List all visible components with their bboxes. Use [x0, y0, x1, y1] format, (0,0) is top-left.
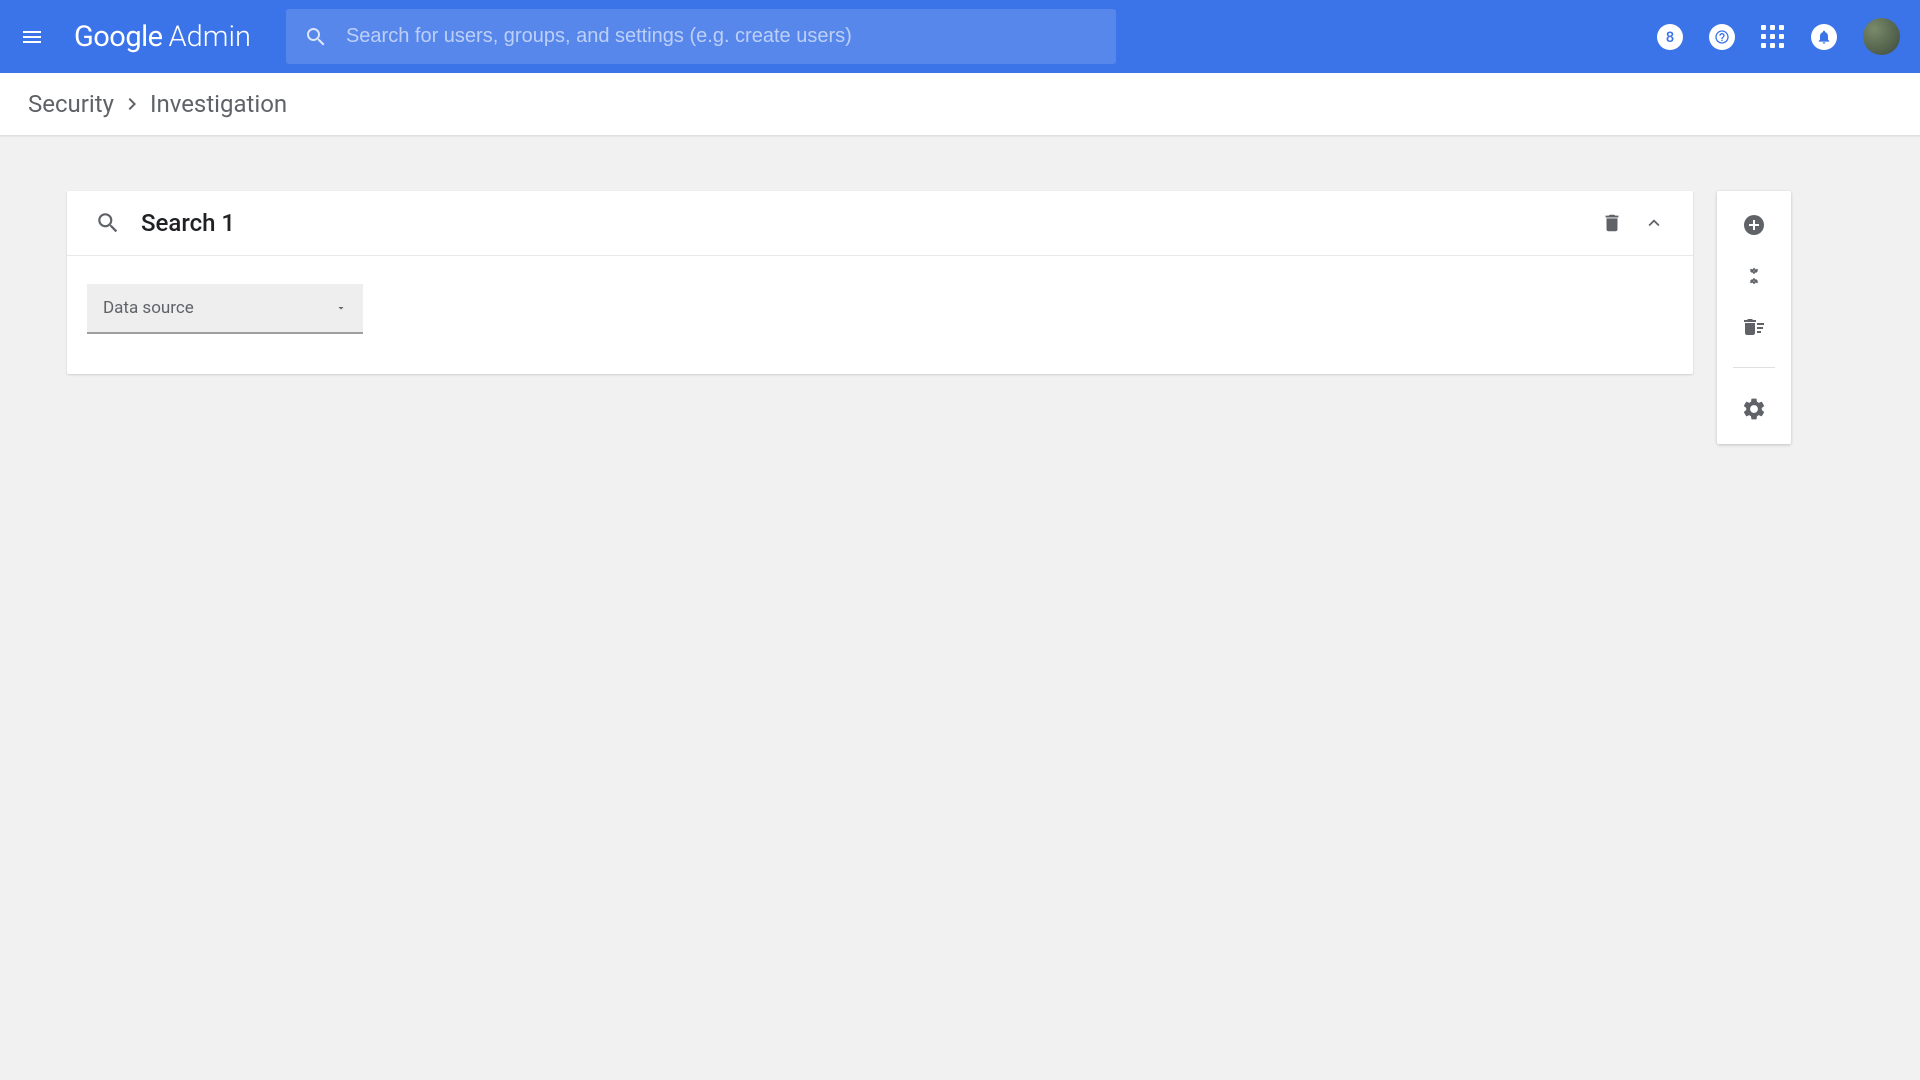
user-avatar[interactable]	[1863, 18, 1900, 55]
dropdown-arrow-icon	[335, 302, 347, 314]
search-icon	[95, 210, 121, 236]
add-icon[interactable]	[1742, 213, 1766, 237]
card-header-actions	[1601, 212, 1665, 234]
logo-google: Google	[74, 20, 163, 54]
dropdown-label: Data source	[103, 298, 194, 318]
search-icon	[304, 25, 328, 49]
breadcrumb: Security Investigation	[0, 73, 1920, 136]
clear-all-icon[interactable]	[1742, 315, 1766, 339]
settings-icon[interactable]	[1741, 396, 1767, 422]
divider	[1733, 367, 1775, 368]
data-source-dropdown[interactable]: Data source	[87, 284, 363, 334]
delete-icon[interactable]	[1601, 212, 1623, 234]
card-title: Search 1	[141, 209, 235, 237]
card-body: Data source	[67, 256, 1693, 374]
search-card: Search 1 Data source	[67, 191, 1693, 374]
card-header: Search 1	[67, 191, 1693, 256]
global-search[interactable]	[286, 9, 1116, 64]
account-badge-icon[interactable]: 8	[1657, 24, 1683, 50]
help-icon[interactable]	[1709, 24, 1735, 50]
notifications-icon[interactable]	[1811, 24, 1837, 50]
logo-admin: Admin	[169, 20, 251, 54]
app-logo[interactable]: Google Admin	[74, 20, 251, 54]
menu-icon[interactable]	[20, 25, 44, 49]
side-panel	[1717, 191, 1791, 444]
breadcrumb-item-security[interactable]: Security	[28, 90, 114, 118]
collapse-icon[interactable]	[1643, 212, 1665, 234]
header-actions: 8	[1657, 18, 1900, 55]
collapse-all-icon[interactable]	[1743, 265, 1765, 287]
chevron-right-icon	[120, 92, 144, 116]
content-area: Search 1 Data source	[0, 136, 1920, 429]
account-badge-text: 8	[1666, 28, 1675, 46]
apps-icon[interactable]	[1761, 25, 1785, 49]
breadcrumb-item-investigation[interactable]: Investigation	[150, 90, 287, 118]
search-input[interactable]	[346, 25, 1098, 48]
app-header: Google Admin 8	[0, 0, 1920, 73]
